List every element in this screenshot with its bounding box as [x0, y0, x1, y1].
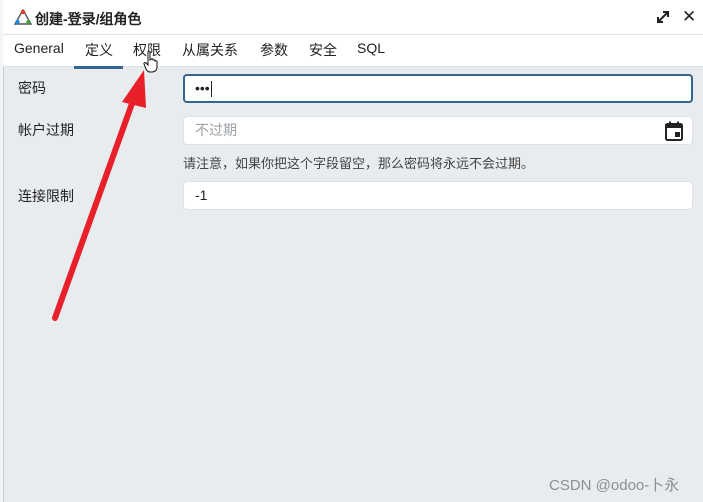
app-icon [14, 9, 32, 25]
tab-membership[interactable]: 从属关系 [182, 40, 238, 66]
expiry-label: 帐户过期 [18, 122, 74, 138]
expiry-placeholder: 不过期 [195, 122, 237, 138]
calendar-icon[interactable] [665, 121, 683, 141]
password-label: 密码 [18, 80, 46, 96]
tab-security[interactable]: 安全 [309, 40, 337, 66]
password-value: ••• [195, 80, 210, 96]
hand-cursor-icon [143, 50, 158, 73]
tab-sql[interactable]: SQL [357, 40, 385, 62]
close-icon[interactable]: ✕ [682, 7, 696, 27]
dialog-title: 创建-登录/组角色 [35, 11, 142, 27]
connection-limit-field[interactable]: -1 [183, 181, 693, 210]
text-caret [210, 81, 212, 98]
dialog-titlebar[interactable]: 创建-登录/组角色 ✕ [3, 0, 703, 35]
expand-icon[interactable] [656, 10, 670, 24]
tab-bar: General 定义 权限 从属关系 参数 安全 SQL [3, 35, 703, 69]
watermark: CSDN @odoo-卜永 [549, 477, 680, 494]
tab-general[interactable]: General [14, 40, 64, 62]
tab-parameters[interactable]: 参数 [260, 40, 288, 66]
connection-limit-value: -1 [195, 187, 208, 203]
password-field[interactable]: ••• [183, 74, 693, 103]
expiry-date-field[interactable]: 不过期 [183, 116, 693, 145]
connection-limit-label: 连接限制 [18, 188, 74, 204]
form-content: 密码 ••• 帐户过期 不过期 请注意，如果你把这个字段留空，那么密码将永远不会… [3, 67, 703, 502]
expiry-help-text: 请注意，如果你把这个字段留空，那么密码将永远不会过期。 [183, 156, 535, 171]
tab-definition[interactable]: 定义 [74, 40, 123, 69]
